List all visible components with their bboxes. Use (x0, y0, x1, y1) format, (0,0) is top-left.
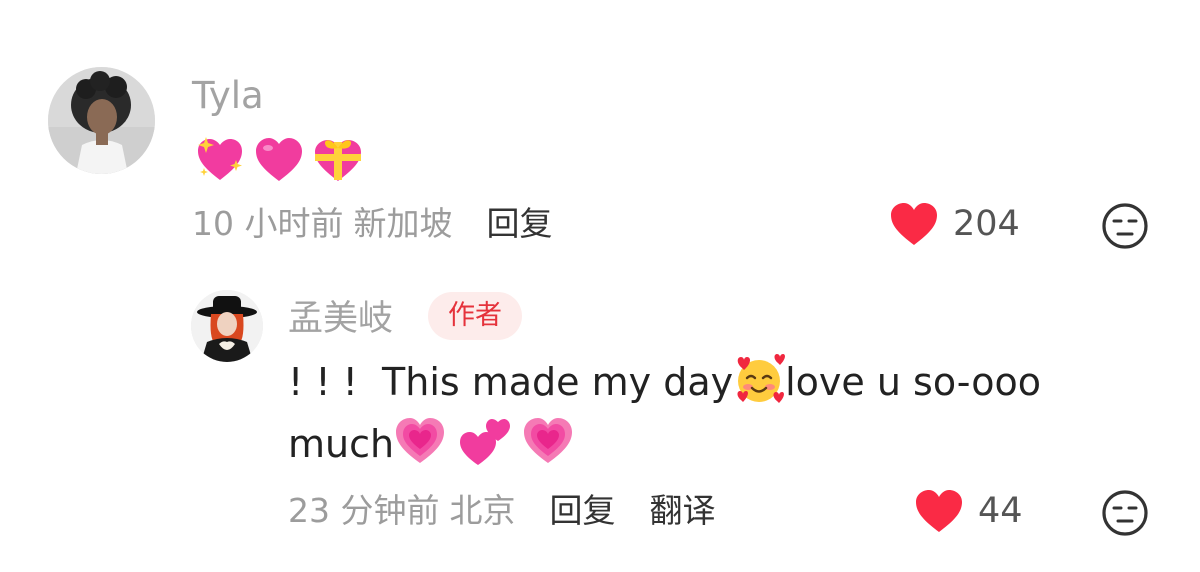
translate-button[interactable]: 翻译 (649, 491, 715, 530)
two-hearts-icon (460, 419, 511, 465)
heart-icon (891, 203, 937, 245)
dislike-face-icon[interactable] (1101, 202, 1149, 250)
comment-username[interactable]: 孟美岐 (288, 297, 393, 341)
reply-button[interactable]: 回复 (486, 204, 552, 243)
like-count: 204 (953, 204, 1020, 244)
comment-text-part: much (288, 422, 395, 466)
growing-heart-icon (524, 418, 573, 463)
growing-heart-icon (396, 418, 445, 463)
comment-text: ! ! ! This made my day love u so-ooo much (288, 351, 1088, 475)
comment-meta: 10 小时前 新加坡 回复 (192, 202, 586, 246)
heart-icon (916, 490, 962, 532)
comment-emoji-content (194, 134, 364, 186)
comment-text-part: love u so-ooo (785, 360, 1041, 404)
comment-location: 北京 (449, 491, 516, 530)
comment-location: 新加坡 (353, 204, 453, 243)
avatar-author[interactable] (191, 290, 263, 362)
sparkling-heart-icon (198, 137, 242, 180)
like-count: 44 (978, 491, 1023, 531)
pink-heart-icon (256, 138, 302, 181)
heart-with-ribbon-icon (315, 140, 361, 181)
comment-text-part: ! ! ! This made my day (288, 360, 734, 404)
comment-time: 23 分钟前 (288, 491, 440, 530)
comment-meta: 23 分钟前 北京 回复 翻译 (288, 489, 749, 533)
avatar-tyla[interactable] (48, 67, 155, 174)
author-badge: 作者 (428, 292, 522, 340)
comment-time: 10 小时前 (192, 204, 344, 243)
comment-username[interactable]: Tyla (192, 74, 264, 118)
comment-thread: Tyla 10 小时前 新加坡 回复 204 孟美岐 作者 ! ! ! This… (0, 0, 1200, 572)
dislike-face-icon[interactable] (1101, 489, 1149, 537)
smiling-face-with-hearts-icon (737, 354, 786, 403)
reply-button[interactable]: 回复 (549, 491, 615, 530)
like-button[interactable]: 44 (914, 488, 1023, 534)
like-button[interactable]: 204 (889, 201, 1020, 247)
